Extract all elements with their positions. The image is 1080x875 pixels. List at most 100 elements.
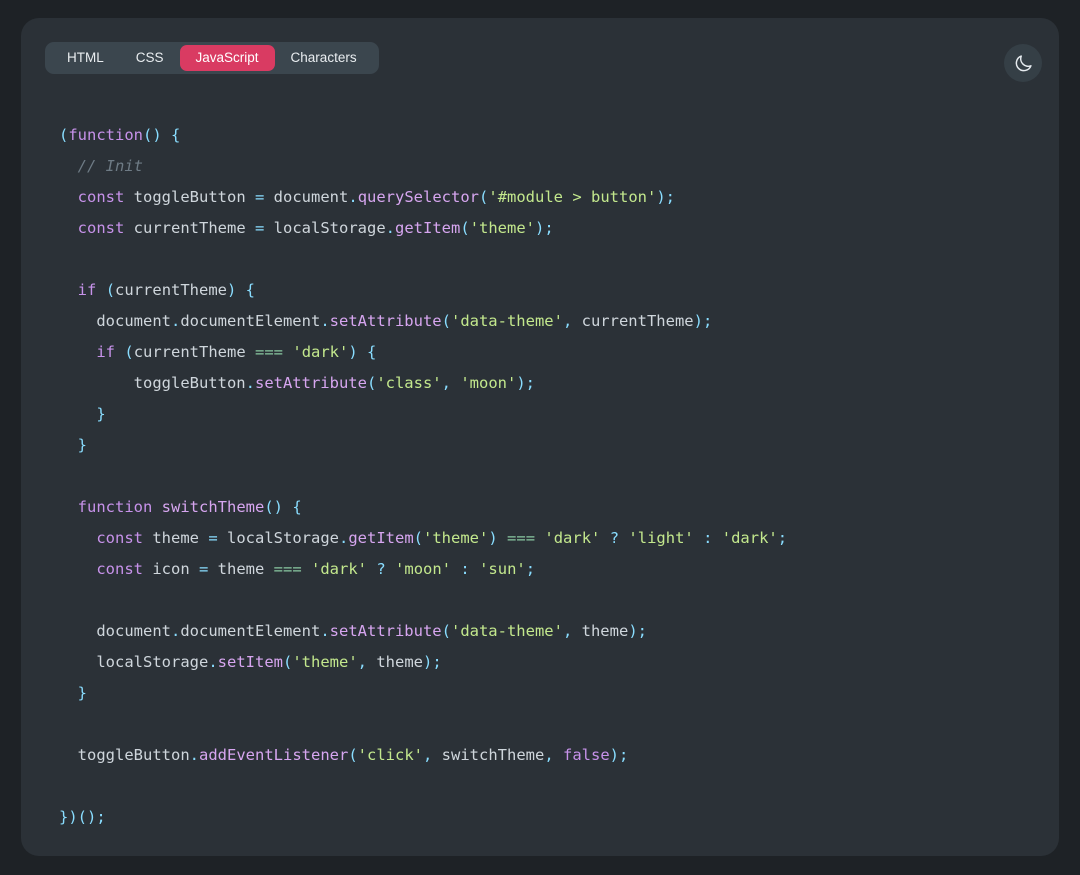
code-token: false: [563, 746, 610, 764]
code-token: }: [77, 436, 88, 454]
code-token: =: [255, 188, 265, 206]
code-token: ;: [777, 529, 788, 547]
code-token: () {: [143, 126, 181, 144]
language-tabbar: HTML CSS JavaScript Characters: [45, 42, 379, 74]
code-token: toggleButton: [59, 746, 190, 764]
code-token: currentTheme: [133, 343, 256, 361]
code-token: theme: [208, 560, 274, 578]
code-token: }: [77, 684, 88, 702]
tab-html[interactable]: HTML: [51, 45, 120, 71]
code-token: 'data-theme': [450, 312, 563, 330]
theme-toggle-button[interactable]: [1004, 44, 1042, 82]
code-token: theme: [367, 653, 423, 671]
code-token: =: [255, 219, 265, 237]
code-token: 'theme': [292, 653, 358, 671]
code-token: setItem: [217, 653, 283, 671]
code-token: (: [479, 188, 489, 206]
code-token: (: [441, 312, 451, 330]
code-token: (: [460, 219, 470, 237]
code-token: localStorage: [217, 529, 339, 547]
code-token: 'light': [628, 529, 694, 547]
code-token: () {: [264, 498, 302, 516]
code-token: .: [339, 529, 349, 547]
code-token: (: [105, 281, 116, 299]
code-token: 'dark': [292, 343, 349, 361]
tab-css[interactable]: CSS: [120, 45, 180, 71]
code-token: getItem: [348, 529, 414, 547]
code-token: // Init: [77, 157, 143, 175]
code-token: .: [385, 219, 396, 237]
code-token: ,: [441, 374, 451, 392]
code-token: document: [59, 312, 171, 330]
code-area[interactable]: (function() { // Init const toggleButton…: [21, 96, 1059, 856]
code-token: currentTheme: [572, 312, 694, 330]
code-token: 'dark': [311, 560, 368, 578]
code-token: addEventListener: [199, 746, 349, 764]
code-token: .: [208, 653, 218, 671]
code-token: theme: [572, 622, 629, 640]
code-token: .: [189, 746, 199, 764]
code-token: 'theme': [423, 529, 489, 547]
code-token: toggleButton: [59, 374, 246, 392]
code-token: (: [441, 622, 451, 640]
code-token: const: [77, 219, 125, 237]
code-token: 'data-theme': [450, 622, 563, 640]
code-token: function: [77, 498, 153, 516]
code-token: 'moon': [395, 560, 452, 578]
code-token: (: [413, 529, 424, 547]
code-token: ): [488, 529, 498, 547]
code-token: (: [124, 343, 134, 361]
code-token: );: [423, 653, 442, 671]
code-token: icon: [143, 560, 199, 578]
code-token: getItem: [395, 219, 461, 237]
code-token: currentTheme: [124, 219, 255, 237]
code-token: '#module > button': [488, 188, 657, 206]
code-token: ===: [507, 529, 536, 547]
code-token: ) {: [348, 343, 377, 361]
code-token: ,: [357, 653, 367, 671]
tab-javascript[interactable]: JavaScript: [179, 45, 275, 71]
code-token: );: [609, 746, 629, 764]
code-token: );: [656, 188, 676, 206]
code-token: ,: [562, 312, 573, 330]
tab-characters[interactable]: Characters: [275, 45, 373, 71]
panel-header: HTML CSS JavaScript Characters: [21, 18, 1059, 96]
code-token: 'dark': [721, 529, 778, 547]
code-token: switchTheme: [161, 498, 265, 516]
code-token: ===: [273, 560, 302, 578]
code-token: currentTheme: [115, 281, 228, 299]
code-token: .: [320, 312, 330, 330]
code-token: .: [245, 374, 255, 392]
code-token: ?: [609, 529, 620, 547]
code-token: .: [170, 622, 181, 640]
code-token: setAttribute: [329, 312, 442, 330]
code-token: document: [264, 188, 349, 206]
code-token: ;: [525, 560, 536, 578]
code-token: theme: [143, 529, 209, 547]
code-token: ,: [422, 746, 433, 764]
code-token: 'moon': [460, 374, 517, 392]
code-token: );: [516, 374, 535, 392]
code-token: );: [628, 622, 647, 640]
code-token: const: [77, 188, 125, 206]
code-token: 'dark': [544, 529, 601, 547]
code-token: document: [59, 622, 171, 640]
code-token: 'sun': [479, 560, 526, 578]
